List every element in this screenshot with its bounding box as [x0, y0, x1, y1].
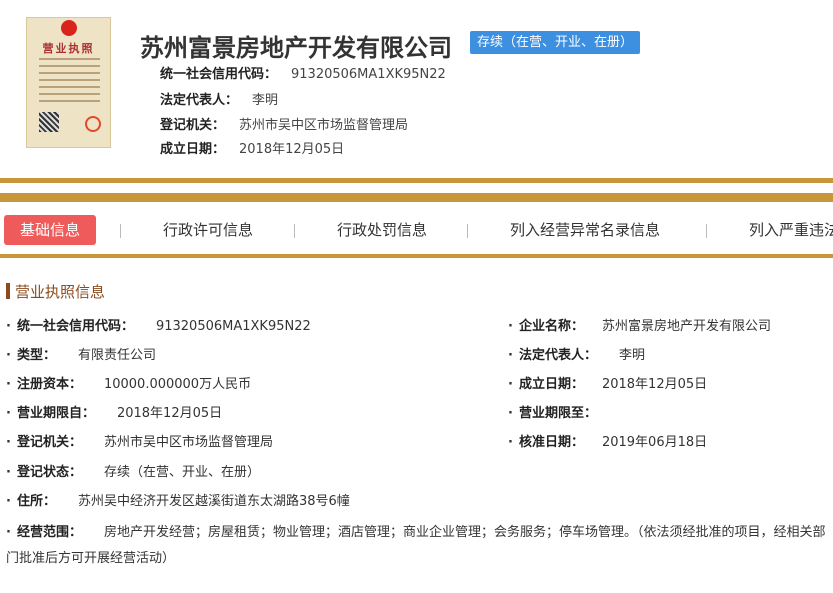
field-address: · 住所： 苏州吴中经济开发区越溪街道东太湖路38号6幢: [6, 494, 350, 509]
official-seal-icon: [85, 116, 101, 132]
field-label: 经营范围：: [16, 525, 82, 540]
header-founded-label: 成立日期：: [160, 142, 226, 157]
field-value: 10000.000000万人民币: [103, 377, 252, 392]
header-authority: 登记机关： 苏州市吴中区市场监督管理局: [160, 114, 408, 133]
tab-abnormal-list[interactable]: 列入经营异常名录信息: [510, 215, 660, 245]
company-title: 苏州富景房地产开发有限公司: [140, 34, 452, 62]
field-label: 统一社会信用代码：: [16, 319, 134, 334]
field-label: 类型：: [16, 348, 56, 363]
field-legal-rep: · 法定代表人： 李明: [508, 348, 645, 363]
tab-separator: [467, 224, 468, 238]
field-label: 法定代表人：: [518, 348, 597, 363]
field-label: 登记机关：: [16, 435, 82, 450]
field-status: · 登记状态： 存续（在营、开业、在册）: [6, 465, 260, 480]
header-legal-rep: 法定代表人： 李明: [160, 89, 278, 108]
field-value: 苏州吴中经济开发区越溪街道东太湖路38号6幢: [77, 494, 350, 509]
field-credit-code: · 统一社会信用代码： 91320506MA1XK95N22: [6, 319, 311, 334]
field-label: 登记状态：: [16, 465, 82, 480]
tab-separator: [120, 224, 121, 238]
field-founded: · 成立日期： 2018年12月05日: [508, 377, 708, 392]
field-value: 存续（在营、开业、在册）: [103, 465, 260, 480]
field-value: 有限责任公司: [77, 348, 156, 363]
header-credit-code: 统一社会信用代码： 91320506MA1XK95N22: [160, 63, 446, 82]
header-founded: 成立日期： 2018年12月05日: [160, 138, 344, 157]
field-label: 企业名称：: [518, 319, 584, 334]
qr-code-icon: [39, 112, 59, 132]
section-title: 营业执照信息: [15, 283, 106, 301]
field-term-to: · 营业期限至：: [508, 406, 597, 421]
field-value: 91320506MA1XK95N22: [155, 319, 311, 334]
header-authority-label: 登记机关：: [160, 118, 226, 133]
tab-basic-info[interactable]: 基础信息: [4, 215, 97, 245]
header-legal-rep-value: 李明: [252, 93, 279, 108]
field-value: 2018年12月05日: [601, 377, 708, 392]
field-label: 核准日期：: [518, 435, 584, 450]
field-type: · 类型： 有限责任公司: [6, 348, 156, 363]
info-tabs: 基础信息 行政许可信息 行政处罚信息 列入经营异常名录信息 列入严重违法: [0, 210, 833, 250]
license-text-lines: [39, 58, 100, 107]
header-credit-code-value: 91320506MA1XK95N22: [291, 67, 446, 82]
field-label: 成立日期：: [518, 377, 584, 392]
header-legal-rep-label: 法定代表人：: [160, 93, 239, 108]
field-term-from: · 营业期限自： 2018年12月05日: [6, 406, 223, 421]
field-value: 2019年06月18日: [601, 435, 708, 450]
gold-divider-top: [0, 178, 833, 183]
field-label: 营业期限至：: [518, 406, 597, 421]
field-approval-date: · 核准日期： 2019年06月18日: [508, 435, 708, 450]
gold-divider-thick: [0, 193, 833, 202]
field-value: 苏州市吴中区市场监督管理局: [103, 435, 273, 450]
field-capital: · 注册资本： 10000.000000万人民币: [6, 377, 252, 392]
field-label: 营业期限自：: [16, 406, 95, 421]
national-emblem-icon: [61, 20, 77, 36]
section-marker: [6, 283, 10, 299]
header-founded-value: 2018年12月05日: [239, 142, 345, 157]
license-image-title: 营业执照: [42, 42, 95, 55]
header-authority-value: 苏州市吴中区市场监督管理局: [239, 118, 409, 133]
field-label: 注册资本：: [16, 377, 82, 392]
tab-separator: [706, 224, 707, 238]
gold-divider-tabs: [0, 254, 833, 258]
status-badge: 存续（在营、开业、在册）: [470, 31, 641, 54]
header-credit-code-label: 统一社会信用代码：: [160, 67, 278, 82]
tab-separator: [294, 224, 295, 238]
field-authority: · 登记机关： 苏州市吴中区市场监督管理局: [6, 435, 273, 450]
business-license-image[interactable]: 营业执照: [26, 17, 111, 148]
field-label: 住所：: [16, 494, 56, 509]
field-value: 苏州富景房地产开发有限公司: [601, 319, 771, 334]
field-business-scope: · 经营范围： 房地产开发经营；房屋租赁；物业管理；酒店管理；商业企业管理；会务服务…: [6, 525, 826, 566]
field-value: 2018年12月05日: [116, 406, 223, 421]
tab-serious-violation[interactable]: 列入严重违法: [749, 215, 833, 245]
tab-admin-license[interactable]: 行政许可信息: [163, 215, 253, 245]
tab-admin-penalty[interactable]: 行政处罚信息: [337, 215, 427, 245]
field-value: 房地产开发经营；房屋租赁；物业管理；酒店管理；商业企业管理；会务服务；停车场管理…: [6, 525, 826, 566]
field-value: 李明: [618, 348, 645, 363]
field-company-name: · 企业名称： 苏州富景房地产开发有限公司: [508, 319, 771, 334]
